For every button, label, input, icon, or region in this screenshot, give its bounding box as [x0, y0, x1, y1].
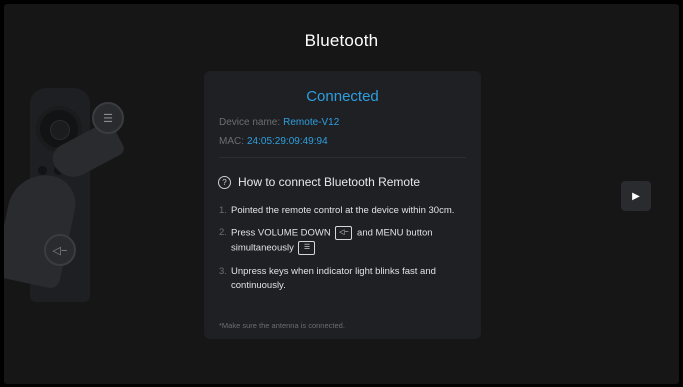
volume-down-key-icon: ◁− [335, 226, 353, 240]
remote-button [38, 166, 47, 175]
play-icon: ▶ [632, 190, 640, 202]
menu-key-icon: ☰ [92, 102, 124, 134]
step-3: 3. Unpress keys when indicator light bli… [219, 265, 469, 293]
device-name-value: Remote-V12 [283, 117, 340, 128]
divider [219, 157, 466, 158]
howto-title: How to connect Bluetooth Remote [238, 175, 421, 189]
question-circle-icon: ? [218, 175, 231, 189]
step-number: 3. [219, 266, 227, 277]
step-number: 2. [219, 227, 227, 238]
step-text: Pointed the remote control at the device… [231, 205, 455, 216]
device-name-row: Device name: Remote-V12 [219, 117, 339, 128]
step-2: 2. Press VOLUME DOWN ◁− and MENU button … [219, 226, 469, 255]
howto-heading: ? How to connect Bluetooth Remote [218, 175, 420, 189]
connection-status: Connected [306, 88, 379, 105]
mac-row: MAC: 24:05:29:09:49:94 [219, 136, 328, 147]
step-number: 1. [219, 205, 227, 216]
menu-key-icon: ☰ [298, 240, 316, 255]
step-text: Unpress keys when indicator light blinks… [231, 266, 436, 291]
page-title: Bluetooth [304, 31, 379, 50]
mac-label: MAC: [219, 136, 244, 147]
connection-card: Connected Device name: Remote-V12 MAC: 24:… [204, 71, 481, 339]
volume-down-key-icon: ◁− [44, 234, 76, 266]
remote-illustration: ☰ ◁− [4, 74, 154, 314]
next-button[interactable]: ▶ [621, 181, 651, 211]
antenna-note: *Make sure the antenna is connected. [219, 321, 345, 330]
step-1: 1. Pointed the remote control at the dev… [219, 204, 469, 218]
bluetooth-screen: Bluetooth ☰ ◁− Connected Device name: Rem… [4, 4, 679, 384]
device-name-label: Device name: [219, 117, 281, 128]
mac-value: 24:05:29:09:49:94 [247, 136, 328, 147]
step-text: Press VOLUME DOWN [231, 227, 331, 239]
